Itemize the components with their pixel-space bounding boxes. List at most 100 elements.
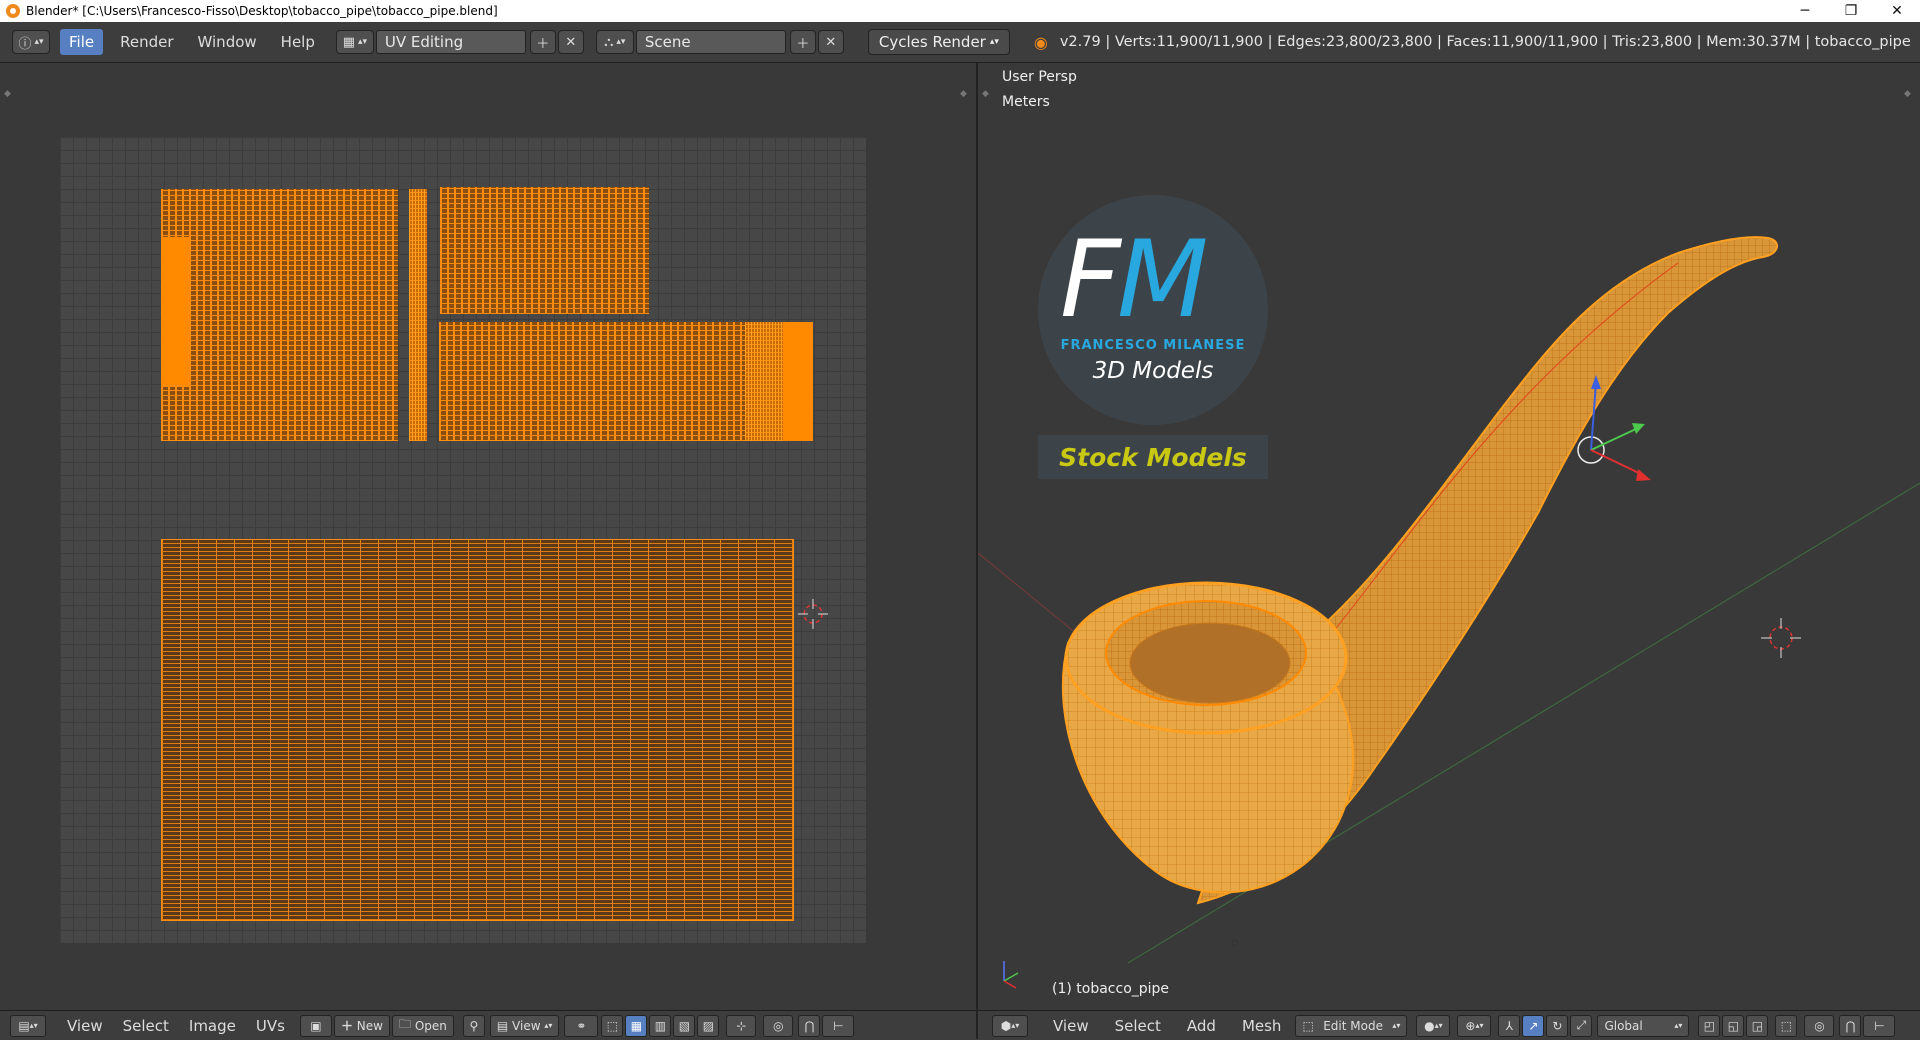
layer-button-3[interactable]: ◲	[1746, 1014, 1769, 1037]
area-corner-left[interactable]: ◆	[4, 89, 14, 99]
restore-button[interactable]: ❐	[1828, 0, 1874, 22]
3d-menu-view[interactable]: View	[1043, 1014, 1099, 1038]
interaction-mode-dropdown[interactable]: ⬚ Edit Mode ▴▾	[1295, 1014, 1408, 1037]
updown-arrows-icon: ▴▾	[1475, 1021, 1484, 1030]
uv-island-mid-right[interactable]	[439, 322, 745, 441]
3d-menu-mesh[interactable]: Mesh	[1232, 1014, 1292, 1038]
3d-menu-add[interactable]: Add	[1177, 1014, 1226, 1038]
info-header: ⓘ ▴▾ File Render Window Help ▦ ▴▾ UV Editi…	[0, 22, 1920, 63]
island-select-button[interactable]: ▨	[697, 1014, 720, 1037]
scene-icon: ⛬	[604, 34, 614, 50]
add-screen-button[interactable]: ＋	[529, 30, 556, 54]
updown-arrows-icon: ▴▾	[989, 37, 999, 47]
logo-initial-m: M	[1116, 218, 1208, 341]
pivot-point-icon: ⊕	[1465, 1018, 1476, 1033]
screen-layout-selector[interactable]: ▦ ▴▾	[335, 30, 374, 54]
2d-cursor-icon[interactable]	[798, 599, 828, 629]
add-scene-button[interactable]: ＋	[789, 30, 816, 54]
uv-menu-uvs[interactable]: UVs	[246, 1014, 295, 1038]
uv-menu-image[interactable]: Image	[179, 1014, 246, 1038]
screen-layout-field[interactable]: UV Editing	[375, 30, 526, 54]
vertex-select-button[interactable]: ▦	[625, 1014, 648, 1037]
logo-initials: FM	[1060, 227, 1208, 333]
uv-menu-view[interactable]: View	[57, 1014, 113, 1038]
layer-button-2[interactable]: ◱	[1722, 1014, 1745, 1037]
area-corner-right[interactable]: ◆	[960, 89, 970, 99]
minimize-button[interactable]: ─	[1782, 0, 1828, 22]
edit-mode-icon: ⬚	[1302, 1018, 1314, 1033]
layer-button-1[interactable]: ◰	[1698, 1014, 1721, 1037]
rotate-manipulator-button[interactable]: ↻	[1546, 1014, 1569, 1037]
open-image-button[interactable]: 🗀 Open	[391, 1014, 454, 1037]
proportional-edit-dropdown[interactable]: ◎	[763, 1014, 794, 1037]
uv-island-top-right[interactable]	[440, 187, 649, 314]
window-title-bar: Blender* [C:\Users\Francesco-Fisso\Deskt…	[0, 0, 1920, 22]
close-button[interactable]: ✕	[1874, 0, 1920, 22]
snap-toggle[interactable]: ⋂	[798, 1014, 821, 1037]
scale-manipulator-button[interactable]: ⤢	[1570, 1014, 1593, 1037]
updown-arrows-icon: ▴▾	[1434, 1021, 1443, 1030]
edge-select-icon: ▥	[654, 1018, 667, 1033]
render-engine-label: Cycles Render	[878, 33, 986, 51]
snap-element-icon: ⊢	[1874, 1018, 1885, 1033]
manipulator-toggle[interactable]: ⅄	[1498, 1014, 1521, 1037]
3d-menu-select[interactable]: Select	[1105, 1014, 1171, 1038]
updown-arrows-icon: ▴▾	[1674, 1021, 1683, 1030]
sync-selection-toggle[interactable]: ⬚	[601, 1014, 624, 1037]
updown-arrows-icon: ▴▾	[1392, 1021, 1401, 1030]
uv-island-mid-right-fade[interactable]	[745, 322, 783, 441]
view-mode-label: View	[512, 1018, 541, 1033]
3d-view-icon: ⬢	[1000, 1018, 1012, 1033]
menu-file[interactable]: File	[60, 29, 104, 55]
uv-menu-select[interactable]: Select	[113, 1014, 179, 1038]
manipulator-icon: ⅄	[1505, 1018, 1514, 1033]
pin-button[interactable]: ⚲	[462, 1014, 485, 1037]
scene-statistics: v2.79 | Verts:11,900/11,900 | Edges:23,8…	[1059, 34, 1911, 50]
editor-type-selector-3d[interactable]: ⬢ ▴▾	[992, 1014, 1028, 1037]
pivot-point-dropdown[interactable]: ⊕ ▴▾	[1457, 1014, 1492, 1037]
pivot-dropdown[interactable]: ⊹	[726, 1014, 757, 1037]
info-icon: ⓘ	[18, 36, 32, 52]
delete-scene-button[interactable]: ✕	[817, 30, 844, 54]
uv-island-left-top[interactable]	[161, 189, 398, 441]
editor-type-selector[interactable]: ▤ ▴▾	[10, 1014, 46, 1037]
editor-type-info-button[interactable]: ⓘ ▴▾	[12, 30, 50, 54]
transform-orientation-dropdown[interactable]: Global ▴▾	[1597, 1014, 1690, 1037]
scene-field[interactable]: Scene	[635, 30, 786, 54]
face-select-button[interactable]: ▧	[673, 1014, 696, 1037]
snap-toggle-3d[interactable]: ⋂	[1839, 1014, 1862, 1037]
updown-arrows-icon: ▴▾	[544, 1021, 553, 1030]
proportional-icon: ◎	[1814, 1018, 1825, 1033]
menu-window[interactable]: Window	[189, 29, 266, 55]
delete-screen-button[interactable]: ✕	[557, 30, 584, 54]
edge-select-button[interactable]: ▥	[649, 1014, 672, 1037]
snap-element-dropdown[interactable]: ⊢	[822, 1014, 855, 1037]
new-image-button[interactable]: ＋ New	[333, 1014, 390, 1037]
folder-icon: 🗀	[398, 1017, 411, 1031]
menu-render[interactable]: Render	[111, 29, 182, 55]
uv-island-bottom[interactable]	[161, 539, 794, 921]
image-editor-icon: ▤	[18, 1018, 30, 1033]
solid-shading-icon: ●	[1424, 1018, 1435, 1033]
uv-island-strip[interactable]	[409, 189, 427, 441]
uv-island-left-edge[interactable]	[161, 237, 189, 387]
proportional-edit-dropdown-3d[interactable]: ◎	[1804, 1014, 1835, 1037]
image-icon: ▣	[310, 1018, 322, 1033]
uv-grid[interactable]	[60, 137, 866, 943]
image-browse-button[interactable]: ▣	[299, 1014, 332, 1037]
render-engine-dropdown[interactable]: Cycles Render ▴▾	[867, 29, 1010, 55]
uv-island-mid-right-edge[interactable]	[783, 322, 813, 441]
viewport-shading-dropdown[interactable]: ● ▴▾	[1416, 1014, 1451, 1037]
magnet-icon: ⋂	[804, 1018, 815, 1033]
view-mode-dropdown[interactable]: ▤ View ▴▾	[489, 1014, 560, 1037]
3d-viewport[interactable]: ◆ ◆ User Persp Meters FM FRANCESCO MILAN…	[978, 63, 1920, 1010]
scene-selector[interactable]: ⛬ ▴▾	[595, 30, 634, 54]
limit-selection-toggle[interactable]: ⬚	[1775, 1014, 1798, 1037]
uv-image-editor[interactable]: ◆ ◆	[0, 63, 976, 1010]
face-select-icon: ◲	[1751, 1018, 1764, 1033]
snap-element-dropdown-3d[interactable]: ⊢	[1863, 1014, 1896, 1037]
updown-arrows-icon: ▴▾	[358, 37, 368, 47]
sticky-mode-dropdown[interactable]: ⚭	[564, 1014, 599, 1037]
translate-manipulator-button[interactable]: ↗	[1522, 1014, 1545, 1037]
menu-help[interactable]: Help	[272, 29, 324, 55]
